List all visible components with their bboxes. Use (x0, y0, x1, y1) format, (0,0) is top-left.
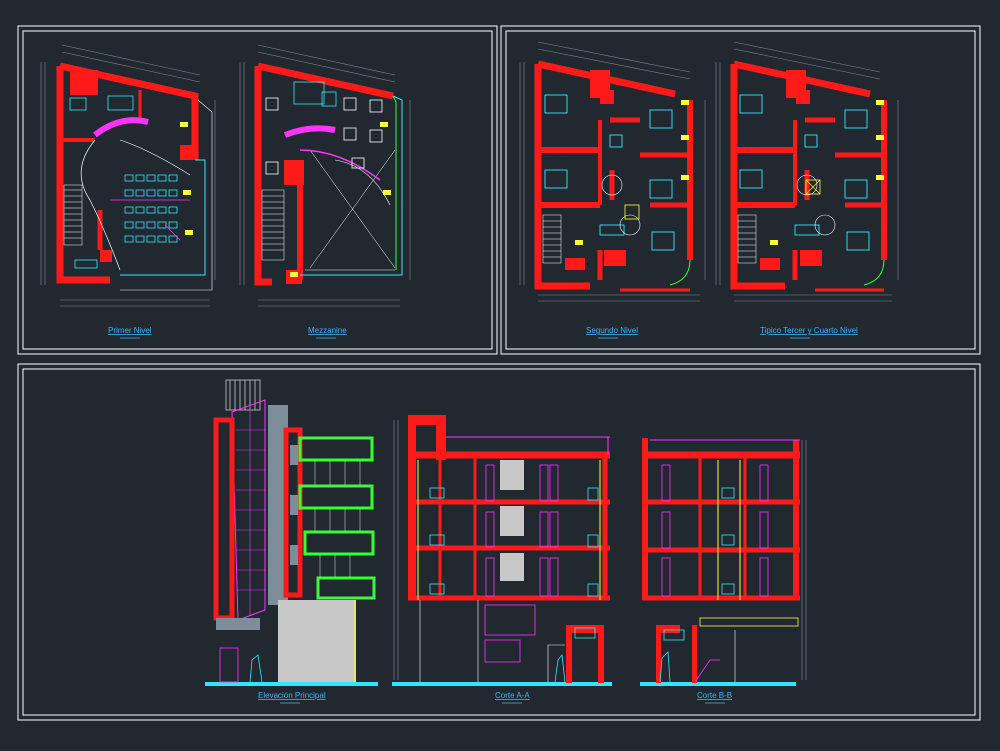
title-corte-bb: Corte B-B (697, 691, 732, 700)
section-corte-aa: Corte A-A (392, 415, 612, 704)
plan-primer-nivel: Primer Nivel (40, 44, 216, 339)
title-mezzanine: Mezzanine (308, 326, 347, 335)
sheet-frames (17, 25, 981, 721)
title-elevacion: Elevación Principal (258, 691, 326, 700)
title-segundo-nivel: Segundo Nivel (586, 326, 638, 335)
title-tipico: Tipico Tercer y Cuarto Nivel (760, 326, 858, 335)
title-corte-aa: Corte A-A (495, 691, 530, 700)
section-corte-bb: Corte B-B (640, 438, 807, 704)
frame-bottom-outer (17, 363, 981, 721)
frame-bottom-inner (22, 368, 976, 716)
cad-sheet: Primer Nivel Mezzanine Segundo Nivel Tip… (17, 25, 981, 721)
title-primer-nivel: Primer Nivel (108, 326, 152, 335)
balconies (283, 427, 376, 600)
elevation-principal: Elevación Principal (205, 379, 378, 704)
plan-tipico: Tipico Tercer y Cuarto Nivel (715, 41, 899, 339)
plan-mezzanine: Mezzanine (239, 44, 411, 339)
plan-segundo-nivel: Segundo Nivel (519, 41, 706, 339)
stair (63, 184, 83, 246)
